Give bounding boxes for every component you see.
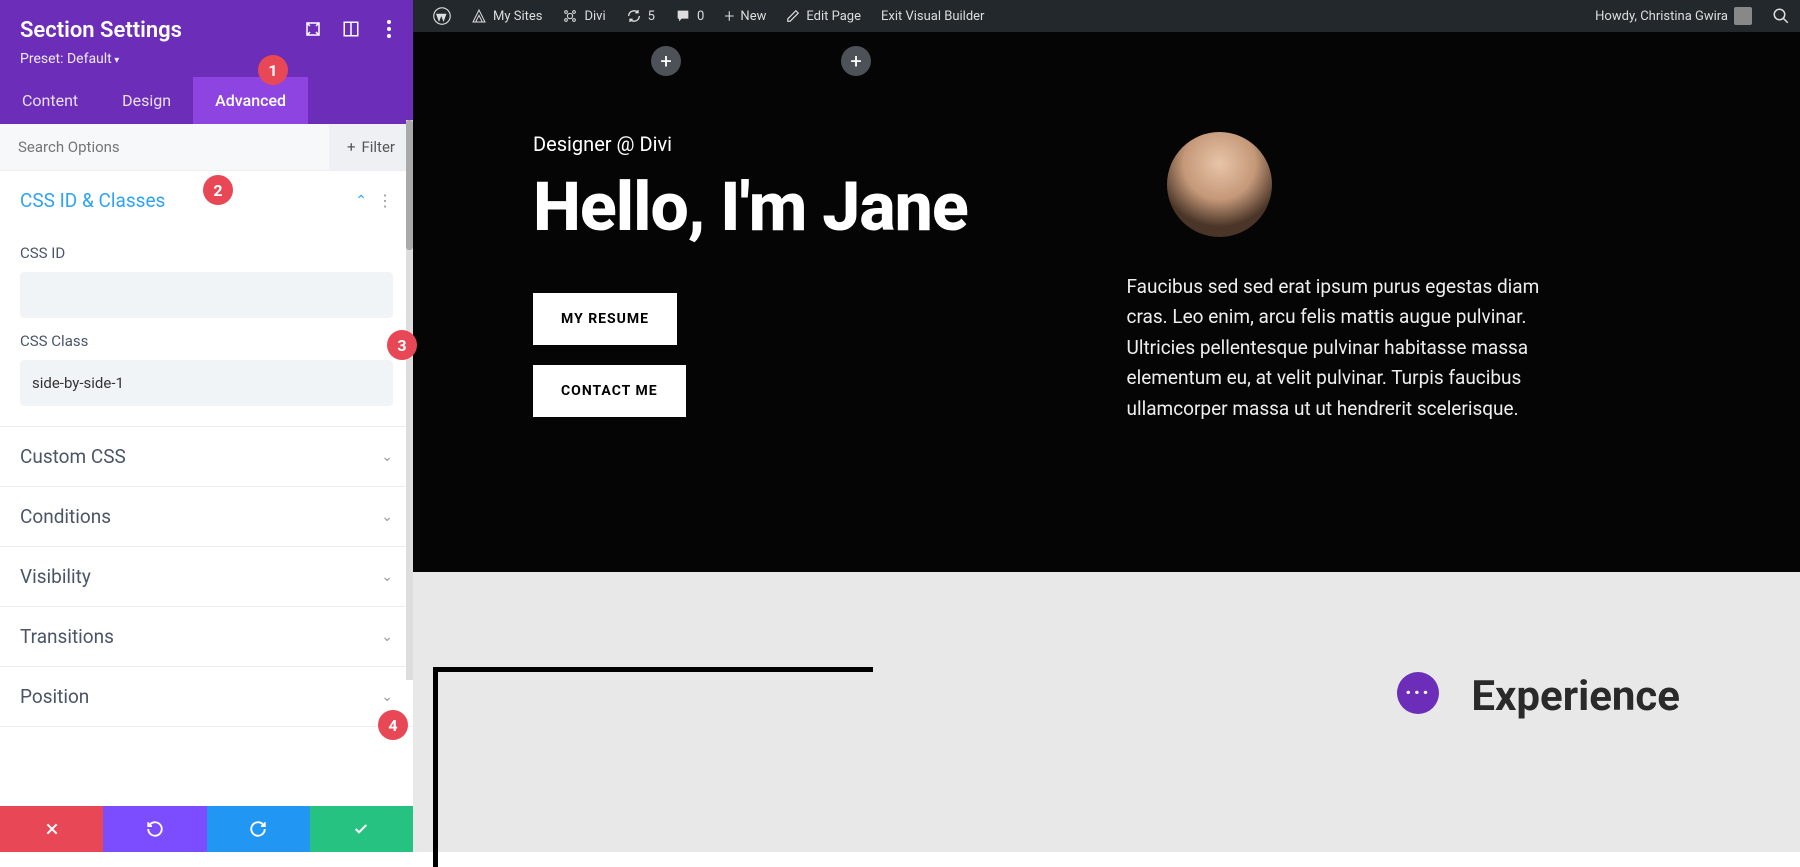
annotation-4: 4: [378, 710, 408, 740]
howdy-link[interactable]: Howdy, Christina Gwira: [1585, 0, 1762, 32]
scroll-thumb[interactable]: [406, 120, 413, 250]
preset-selector[interactable]: Preset: Default: [20, 51, 393, 67]
filter-button[interactable]: + Filter: [329, 124, 413, 170]
experience-heading: Experience: [1471, 672, 1680, 721]
profile-avatar: [1167, 132, 1272, 237]
tab-content[interactable]: Content: [0, 77, 100, 124]
search-input[interactable]: [0, 124, 329, 170]
divi-fab-button[interactable]: ···: [1397, 672, 1439, 714]
search-row: + Filter: [0, 124, 413, 171]
panel-body: CSS ID & Classes ⌃ ⋮ CSS ID CSS Class Cu…: [0, 171, 413, 806]
headline-text: Hello, I'm Jane: [533, 172, 1087, 243]
hero-section: + + Designer @ Divi Hello, I'm Jane MY R…: [413, 32, 1800, 572]
panel-footer: [0, 806, 413, 852]
layout-icon[interactable]: [342, 20, 360, 38]
add-row-button[interactable]: +: [651, 46, 681, 76]
edit-page-link[interactable]: Edit Page: [776, 0, 871, 32]
annotation-3: 3: [387, 330, 417, 360]
experience-section: Experience: [413, 572, 1800, 612]
cancel-button[interactable]: [0, 806, 103, 852]
page-canvas: My Sites Divi 5 0 + New Edit Page Exit V…: [413, 0, 1800, 852]
new-link[interactable]: + New: [714, 0, 776, 32]
css-id-input[interactable]: [20, 272, 393, 318]
undo-button[interactable]: [103, 806, 206, 852]
search-icon[interactable]: [1772, 7, 1790, 25]
chevron-up-icon: ⌃: [355, 193, 367, 209]
css-class-input[interactable]: [20, 360, 393, 406]
site-name-link[interactable]: Divi: [552, 0, 615, 32]
tab-advanced[interactable]: Advanced: [193, 77, 308, 124]
exit-vb-link[interactable]: Exit Visual Builder: [871, 0, 994, 32]
group-conditions[interactable]: Conditions ⌄: [0, 487, 413, 546]
contact-button[interactable]: CONTACT ME: [533, 365, 686, 417]
comments-link[interactable]: 0: [665, 0, 714, 32]
group-position[interactable]: Position ⌄: [0, 667, 413, 726]
tab-design[interactable]: Design: [100, 77, 193, 124]
chevron-down-icon: ⌄: [381, 449, 393, 465]
annotation-1: 1: [258, 55, 288, 85]
updates-link[interactable]: 5: [616, 0, 665, 32]
plus-icon: +: [347, 138, 356, 156]
settings-panel: Section Settings Preset: Default Content…: [0, 0, 413, 852]
chevron-down-icon: ⌄: [381, 629, 393, 645]
group-custom-css[interactable]: Custom CSS ⌄: [0, 427, 413, 486]
group-transitions[interactable]: Transitions ⌄: [0, 607, 413, 666]
more-icon[interactable]: ⋮: [377, 191, 393, 210]
annotation-2: 2: [203, 175, 233, 205]
css-id-label: CSS ID: [20, 244, 393, 262]
panel-header: Section Settings Preset: Default: [0, 0, 413, 77]
more-icon[interactable]: [380, 20, 398, 38]
chevron-down-icon: ⌄: [381, 509, 393, 525]
css-class-label: CSS Class: [20, 332, 393, 350]
expand-icon[interactable]: [304, 20, 322, 38]
scrollbar[interactable]: [406, 120, 413, 680]
save-button[interactable]: [310, 806, 413, 852]
avatar-thumb: [1734, 7, 1752, 25]
redo-button[interactable]: [207, 806, 310, 852]
add-row-button[interactable]: +: [841, 46, 871, 76]
wp-adminbar: My Sites Divi 5 0 + New Edit Page Exit V…: [413, 0, 1800, 32]
bio-text: Faucibus sed sed erat ipsum purus egesta…: [1127, 272, 1567, 424]
chevron-down-icon: ⌄: [381, 569, 393, 585]
panel-tabs: Content Design Advanced: [0, 77, 413, 124]
chevron-down-icon: ⌄: [381, 689, 393, 705]
group-visibility[interactable]: Visibility ⌄: [0, 547, 413, 606]
decorative-bracket: [433, 667, 873, 867]
my-sites-link[interactable]: My Sites: [461, 0, 552, 32]
resume-button[interactable]: MY RESUME: [533, 293, 677, 345]
subtitle-text: Designer @ Divi: [533, 132, 1087, 156]
wp-logo[interactable]: [423, 0, 461, 32]
